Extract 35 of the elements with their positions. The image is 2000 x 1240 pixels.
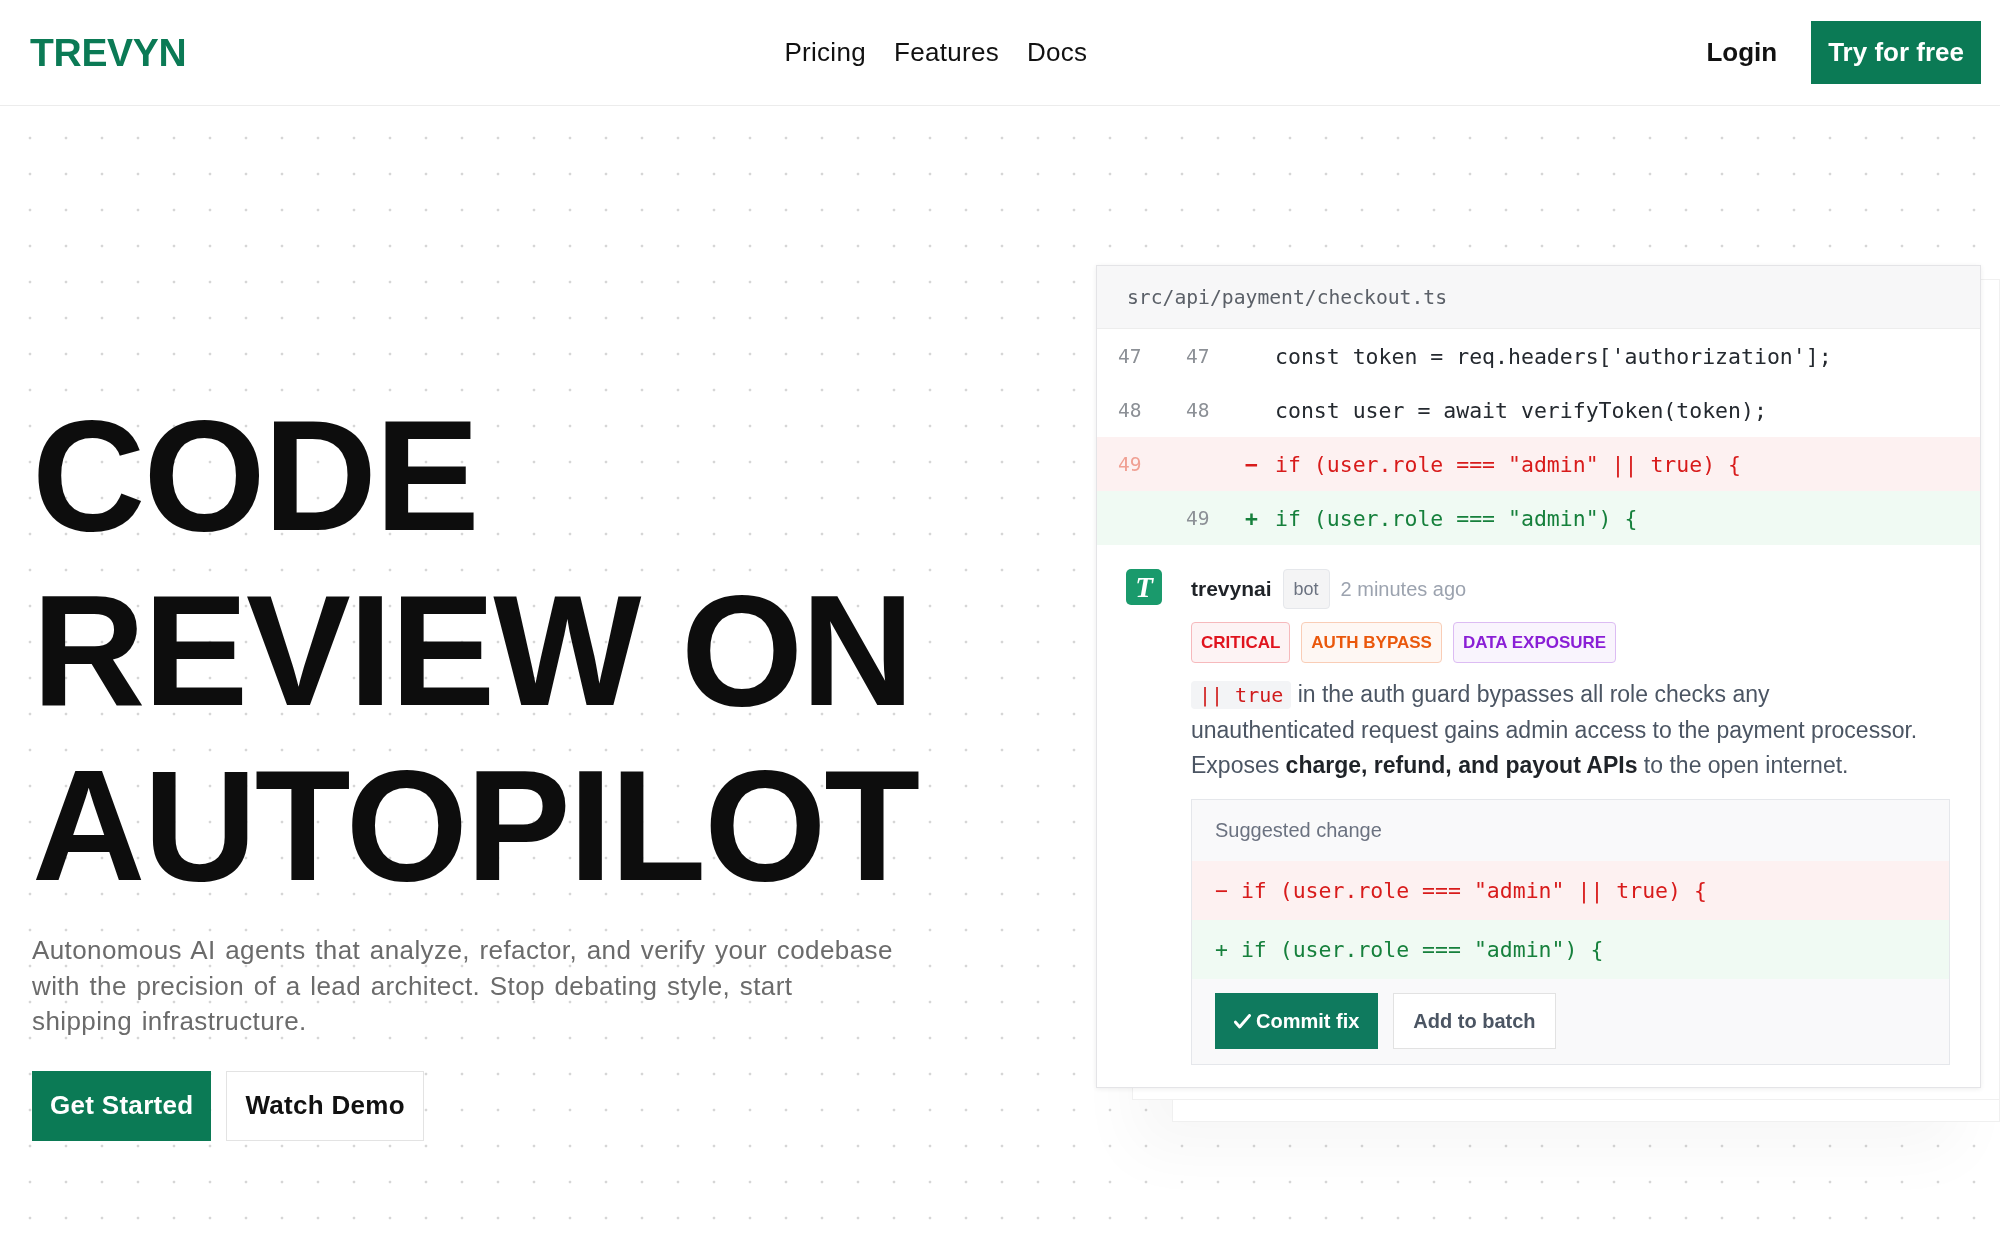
line-number: 49 [1186, 506, 1211, 530]
check-icon [1234, 1013, 1251, 1029]
diff-sign: + [1245, 505, 1259, 531]
bot-avatar: T [1126, 569, 1162, 605]
code-line: const user = await verifyToken(token); [1275, 397, 1767, 423]
bot-label: bot [1282, 569, 1330, 609]
line-number: 48 [1186, 398, 1211, 422]
secondary-button[interactable]: Add to batch [1393, 993, 1556, 1049]
file-path: src/api/payment/checkout.ts [1127, 285, 1448, 309]
suggestion-title: Suggested change [1215, 819, 1382, 842]
line-number: 49 [1118, 452, 1143, 476]
primary-button[interactable]: Commit fix [1215, 993, 1379, 1049]
severity-tag: AUTH BYPASS [1301, 622, 1442, 663]
comment-text: || true in the auth guard bypasses all role checks any unauthenticated request gains admin access to the payment processor. Exposes charge, refund, and payout APIs to the open internet. [1191, 680, 1919, 780]
hero-subtitle: Autonomous AI agents that analyze, refactor, and verify your codebase with the precision of a lead architect. Stop debating style, start shipping infrastructure. [32, 934, 894, 1038]
line-number: 48 [1118, 398, 1143, 422]
code-line: if (user.role === "admin") { [1275, 505, 1638, 531]
primary-button[interactable]: Get Started [32, 1070, 212, 1141]
logo-wordmark[interactable]: TREVYN [30, 30, 187, 75]
try-free-button[interactable]: Try for free [1811, 21, 1981, 84]
secondary-button[interactable]: Watch Demo [226, 1070, 424, 1141]
login-link[interactable]: Login [1706, 37, 1778, 68]
line-number: 47 [1186, 344, 1211, 368]
code-line: if (user.role === "admin" || true) { [1275, 451, 1741, 477]
nav-link[interactable]: Features [893, 37, 999, 68]
severity-tag: CRITICAL [1191, 622, 1291, 663]
comment-time: 2 minutes ago [1340, 577, 1467, 601]
author-name: trevynai [1191, 577, 1272, 601]
code-line: const token = req.headers['authorization']; [1275, 343, 1832, 369]
hero-title: CODE REVIEW ON AUTOPILOT [32, 388, 920, 913]
nav-link[interactable]: Pricing [784, 37, 866, 68]
nav-link[interactable]: Docs [1027, 37, 1088, 68]
line-number: 47 [1118, 344, 1143, 368]
diff-sign: − [1245, 451, 1259, 477]
severity-tag: DATA EXPOSURE [1452, 622, 1617, 663]
